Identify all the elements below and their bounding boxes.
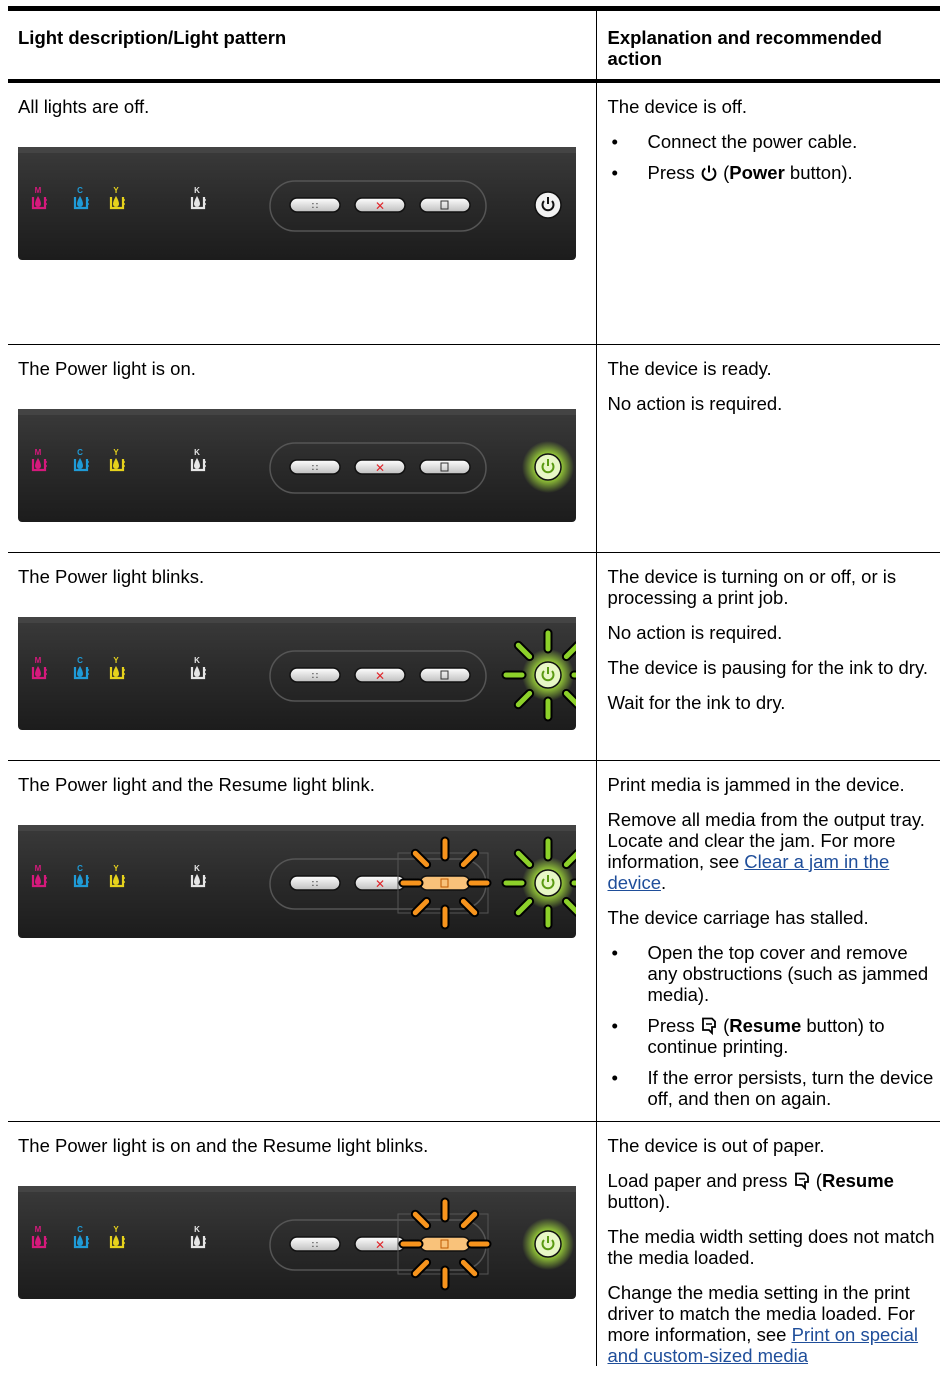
svg-text:Y: Y: [113, 186, 119, 195]
resume-button: [419, 458, 471, 475]
svg-text:Y: Y: [113, 1225, 119, 1234]
table-row: The Power light is on and the Resume lig…: [8, 1121, 940, 1366]
explanation-text: The device carriage has stalled.: [607, 906, 869, 928]
table-row: All lights are off. M C Y K ∷ ✕ The device is…: [8, 81, 940, 345]
list-item: Press (Power button).: [608, 162, 940, 183]
power-button: [522, 440, 574, 493]
svg-text:Y: Y: [113, 448, 119, 457]
list-item: Press (Resume button) to continue printi…: [608, 1015, 940, 1057]
cancel-button: ✕: [354, 197, 406, 213]
explanation-text: Change the media setting in the print dr…: [607, 1281, 919, 1366]
light-description: The Power light is on and the Resume lig…: [18, 1134, 429, 1156]
svg-text:C: C: [77, 448, 83, 457]
resume-button: [419, 666, 471, 683]
control-panel-image: M C Y K ∷ ✕: [18, 616, 576, 730]
explanation-text: No action is required.: [607, 621, 783, 643]
power-button: [522, 1217, 574, 1270]
explanation-text: Wait for the ink to dry.: [607, 691, 786, 713]
action-list: Connect the power cable. Press (Power bu…: [608, 131, 940, 183]
action-list: Open the top cover and remove any obstru…: [608, 942, 940, 1109]
svg-text:M: M: [35, 186, 42, 195]
header-explanation: Explanation and recommended action: [595, 6, 940, 83]
svg-text:M: M: [35, 864, 42, 873]
svg-text:∷: ∷: [312, 1240, 318, 1251]
svg-text:✕: ✕: [375, 461, 385, 475]
list-item: If the error persists, turn the device o…: [608, 1067, 940, 1109]
explanation-text: The device is ready.: [607, 357, 772, 379]
svg-text:K: K: [194, 448, 200, 457]
svg-text:K: K: [194, 656, 200, 665]
light-description: The Power light is on.: [18, 357, 196, 379]
explanation-text: Remove all media from the output tray. L…: [607, 808, 925, 893]
svg-text:C: C: [77, 186, 83, 195]
header-light-description: Light description/Light pattern: [8, 6, 596, 83]
svg-text:K: K: [194, 186, 200, 195]
control-panel-image: M C Y K ∷ ✕: [18, 1185, 576, 1299]
network-button: ∷: [289, 458, 341, 475]
cancel-button: ✕: [354, 666, 406, 683]
list-item: Connect the power cable.: [608, 131, 940, 152]
svg-text:M: M: [35, 448, 42, 457]
svg-text:M: M: [35, 1225, 42, 1234]
svg-text:✕: ✕: [375, 199, 385, 213]
network-button: ∷: [289, 1235, 341, 1252]
lights-table: Light description/Light pattern Explanat…: [8, 6, 940, 1366]
network-button: ∷: [289, 874, 341, 891]
control-panel-image: M C Y K ∷ ✕: [18, 147, 576, 260]
explanation-text: No action is required.: [607, 392, 783, 414]
light-description: The Power light and the Resume light bli…: [18, 773, 375, 795]
table-row: The Power light and the Resume light bli…: [8, 760, 940, 1122]
explanation-text: The device is turning on or off, or is p…: [607, 565, 897, 608]
resume-icon: [794, 1172, 809, 1190]
svg-text:M: M: [35, 656, 42, 665]
svg-text:∷: ∷: [312, 463, 318, 474]
svg-text:C: C: [77, 864, 83, 873]
control-panel-image: M C Y K ∷ ✕: [18, 824, 576, 938]
cancel-button: ✕: [354, 458, 406, 475]
svg-text:∷: ∷: [312, 879, 318, 890]
svg-text:∷: ∷: [312, 201, 318, 212]
explanation-text: The device is out of paper.: [607, 1134, 825, 1156]
explanation-text: Print media is jammed in the device.: [607, 773, 905, 795]
svg-text:✕: ✕: [375, 1238, 385, 1252]
control-panel-image: M C Y K ∷ ✕: [18, 408, 576, 522]
explanation-text: The device is pausing for the ink to dry…: [607, 656, 929, 678]
network-button: ∷: [289, 197, 341, 213]
svg-text:C: C: [77, 656, 83, 665]
light-description: The Power light blinks.: [18, 565, 205, 587]
svg-text:Y: Y: [113, 864, 119, 873]
svg-text:K: K: [194, 1225, 200, 1234]
table-row: The Power light is on. M C Y K ∷ ✕ The device…: [8, 344, 940, 553]
table-row: The Power light blinks. M C Y K ∷ ✕ The devic…: [8, 552, 940, 761]
svg-text:∷: ∷: [312, 671, 318, 682]
explanation-text: The media width setting does not match t…: [607, 1225, 935, 1268]
svg-text:✕: ✕: [375, 877, 385, 891]
light-description: All lights are off.: [18, 96, 150, 117]
power-button: [534, 191, 562, 219]
svg-text:C: C: [77, 1225, 83, 1234]
power-icon: [701, 165, 717, 181]
svg-text:K: K: [194, 864, 200, 873]
list-item: Open the top cover and remove any obstru…: [608, 942, 940, 1005]
svg-text:✕: ✕: [375, 669, 385, 683]
svg-text:Y: Y: [113, 656, 119, 665]
resume-icon: [702, 1017, 716, 1035]
explanation-text: Load paper and press (Resume button).: [607, 1169, 894, 1212]
network-button: ∷: [289, 666, 341, 683]
explanation-text: The device is off.: [607, 96, 748, 117]
resume-button: [419, 197, 471, 213]
